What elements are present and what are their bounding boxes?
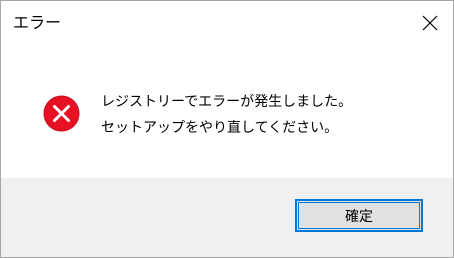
- button-bar: 確定: [1, 178, 453, 257]
- title-bar: エラー: [1, 1, 453, 45]
- error-message-line-1: レジストリーでエラーが発生しました。: [101, 94, 353, 110]
- dialog-content: レジストリーでエラーが発生しました。 セットアップをやり直してください。: [1, 45, 453, 178]
- error-message-line-2: セットアップをやり直してください。: [101, 120, 339, 136]
- ok-button-label: 確定: [345, 208, 373, 225]
- close-icon: [422, 15, 438, 31]
- dialog-title: エラー: [13, 13, 62, 32]
- error-message: レジストリーでエラーが発生しました。 セットアップをやり直してください。: [101, 89, 352, 141]
- error-icon: [43, 95, 80, 132]
- ok-button[interactable]: 確定: [295, 199, 423, 232]
- close-button[interactable]: [407, 1, 453, 45]
- error-dialog: エラー レジストリーでエラーが発生しました。 セットアップをやり直してください。…: [0, 0, 454, 258]
